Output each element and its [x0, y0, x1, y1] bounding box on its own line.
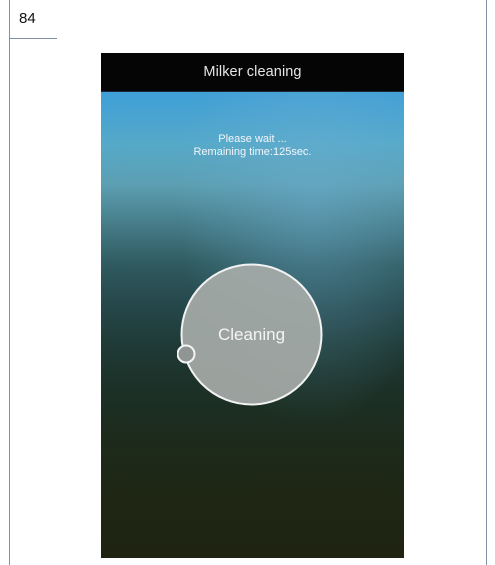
page-number: 84	[19, 10, 36, 27]
app-title: Milker cleaning	[203, 64, 302, 80]
app-header: Milker cleaning	[101, 53, 404, 92]
status-message: Please wait ... Remaining time:125sec.	[101, 133, 404, 158]
cleaning-button-label: Cleaning	[217, 324, 286, 344]
phone-screen: Milker cleaning Please wait ... Remainin…	[101, 53, 404, 558]
cleaning-button[interactable]: Cleaning	[177, 260, 326, 409]
page-number-rule	[9, 38, 57, 39]
please-wait-text: Please wait ...	[218, 133, 287, 145]
remaining-time-text: Remaining time:125sec.	[193, 145, 312, 158]
